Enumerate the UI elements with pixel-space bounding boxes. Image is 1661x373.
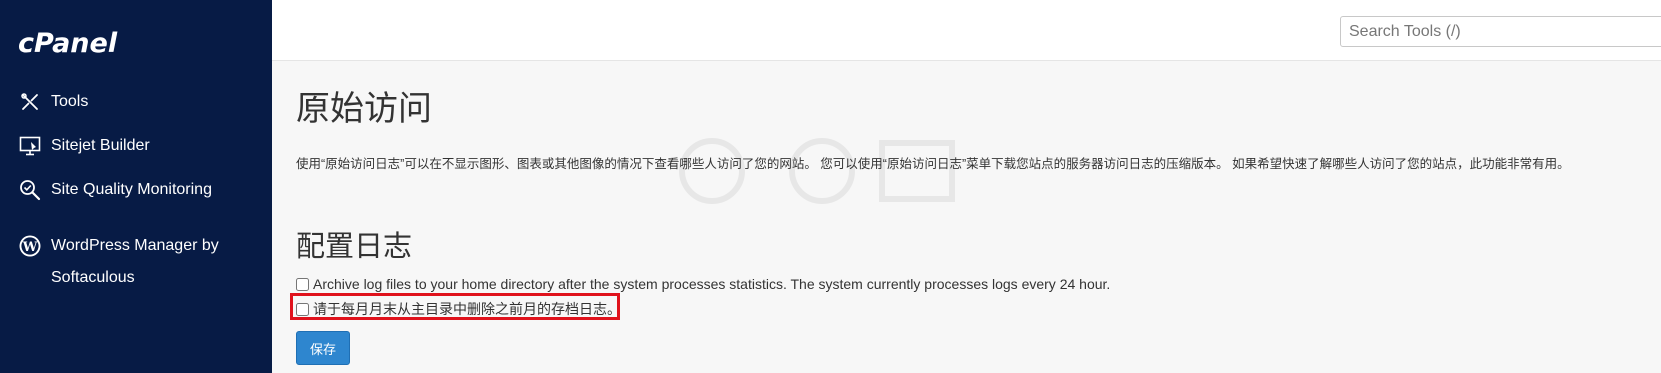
sidebar-item-wordpress-manager[interactable]: W WordPress Manager by Softaculous: [0, 230, 272, 294]
sitejet-builder-icon: [19, 136, 41, 156]
wordpress-icon: W: [19, 235, 41, 257]
sidebar-item-sitejet-builder[interactable]: Sitejet Builder: [0, 130, 272, 162]
page-title: 原始访问: [296, 89, 432, 129]
remove-archived-logs-checkbox[interactable]: [296, 302, 309, 316]
remove-archived-logs-label: 请于每月月末从主目录中删除之前月的存档日志。: [313, 301, 621, 317]
sidebar-item-label: Site Quality Monitoring: [51, 181, 212, 198]
sidebar-item-site-quality-monitoring[interactable]: Site Quality Monitoring: [0, 174, 272, 206]
site-quality-monitoring-icon: [20, 180, 41, 201]
sidebar-item-label: WordPress Manager by Softaculous: [51, 237, 219, 286]
search-tools-input[interactable]: [1340, 16, 1661, 47]
archive-logs-checkbox[interactable]: [296, 277, 309, 291]
section-title-configure-logs: 配置日志: [296, 229, 413, 263]
tools-icon: [21, 93, 38, 110]
sidebar-item-label: Sitejet Builder: [51, 137, 150, 154]
archive-logs-option[interactable]: Archive log files to your home directory…: [296, 276, 1110, 292]
cpanel-logo[interactable]: cPanel: [18, 28, 117, 59]
svg-text:W: W: [22, 240, 38, 255]
save-button[interactable]: 保存: [296, 331, 350, 365]
main-content: 原始访问 使用“原始访问日志”可以在不显示图形、图表或其他图像的情况下查看哪些人…: [272, 61, 1661, 373]
remove-archived-logs-option[interactable]: 请于每月月末从主目录中删除之前月的存档日志。: [296, 299, 621, 319]
sidebar-item-label: Tools: [51, 93, 89, 110]
sidebar: cPanel Tools Sitejet Builder Site Qualit…: [0, 0, 272, 373]
sidebar-item-tools[interactable]: Tools: [0, 86, 272, 118]
archive-logs-label: Archive log files to your home directory…: [313, 276, 1111, 292]
page-description: 使用“原始访问日志”可以在不显示图形、图表或其他图像的情况下查看哪些人访问了您的…: [296, 157, 1570, 171]
